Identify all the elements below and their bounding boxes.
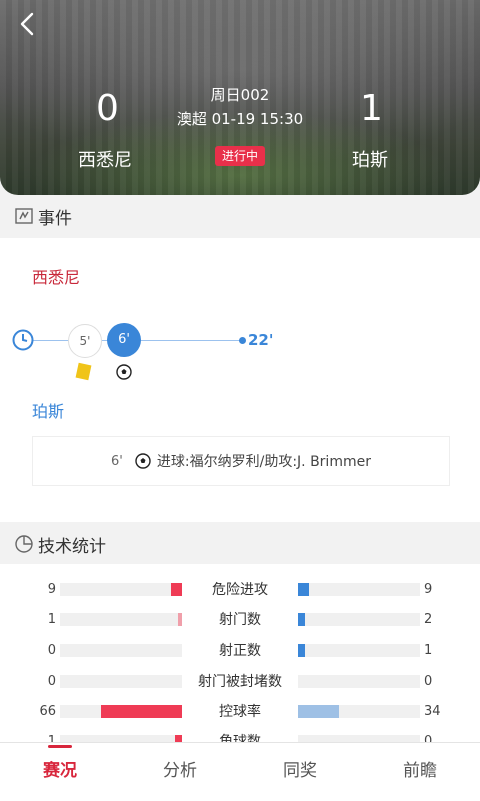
timeline-current-minute: 22' <box>248 331 274 349</box>
timeline-minute-5[interactable]: 5' <box>68 324 102 358</box>
clock-icon <box>12 329 34 351</box>
stat-label: 控球率 <box>219 704 261 720</box>
stat-row: 9 危险进攻 9 <box>0 580 480 600</box>
stat-away-bar-track <box>298 583 420 596</box>
stat-home-bar-track <box>60 613 182 626</box>
stat-away-bar <box>298 644 306 657</box>
stat-away-value: 0 <box>424 674 433 689</box>
away-team-name: 珀斯 <box>352 150 388 171</box>
stat-row: 0 射正数 1 <box>0 641 480 661</box>
stat-home-bar <box>101 705 182 718</box>
tab-match-status[interactable]: 赛况 <box>0 743 120 801</box>
stat-away-value: 9 <box>424 582 433 597</box>
events-section-title: 事件 <box>38 208 72 229</box>
bottom-tab-bar: 赛况 分析 同奖 前瞻 <box>0 742 480 801</box>
tab-preview[interactable]: 前瞻 <box>360 743 480 801</box>
events-away-team: 珀斯 <box>32 402 65 421</box>
stat-row: 1 射门数 2 <box>0 610 480 630</box>
stat-home-value: 0 <box>47 643 56 658</box>
stat-home-value: 0 <box>47 674 56 689</box>
stat-home-value: 1 <box>47 612 56 627</box>
home-team-name: 西悉尼 <box>78 150 132 171</box>
match-header: 0 1 周日002 澳超 01-19 15:30 西悉尼 珀斯 进行中 <box>0 0 480 195</box>
stat-row: 66 控球率 34 <box>0 702 480 722</box>
stat-home-bar-track <box>60 583 182 596</box>
stat-away-value: 1 <box>424 643 433 658</box>
event-minute: 6' <box>111 453 123 469</box>
stat-away-bar <box>298 613 306 626</box>
events-section-header: 事件 <box>0 196 480 236</box>
football-icon <box>116 364 132 380</box>
stat-label: 射门数 <box>219 612 261 628</box>
timeline-minute-6[interactable]: 6' <box>107 323 141 357</box>
stat-home-value: 66 <box>39 704 56 719</box>
events-home-team: 西悉尼 <box>32 268 81 287</box>
stat-home-bar-track <box>60 705 182 718</box>
pie-chart-icon <box>15 535 33 553</box>
back-arrow-icon[interactable] <box>14 10 40 38</box>
tab-label: 同奖 <box>283 761 317 781</box>
stat-away-bar <box>298 583 309 596</box>
stat-home-bar-track <box>60 644 182 657</box>
stat-away-bar-track <box>298 613 420 626</box>
stat-label: 射门被封堵数 <box>198 674 282 690</box>
stats-section-title: 技术统计 <box>38 536 106 557</box>
stat-label: 射正数 <box>219 643 261 659</box>
tab-label: 赛况 <box>43 761 77 781</box>
match-status-badge: 进行中 <box>215 146 265 166</box>
tab-label: 前瞻 <box>403 761 437 781</box>
match-round: 周日002 <box>210 86 270 104</box>
tab-analysis[interactable]: 分析 <box>120 743 240 801</box>
event-text: 进球:福尔纳罗利/助攻:J. Brimmer <box>156 454 371 470</box>
stat-home-value: 9 <box>47 582 56 597</box>
stat-row: 0 射门被封堵数 0 <box>0 672 480 692</box>
events-panel: 西悉尼 5' 6' 22' 珀斯 6' 进球:福尔纳罗利/助攻:J. Brimm… <box>0 238 480 522</box>
tab-label: 分析 <box>163 761 197 781</box>
active-tab-indicator <box>48 745 72 748</box>
stats-section-header: 技术统计 <box>0 524 480 564</box>
goal-football-icon <box>135 453 151 469</box>
stat-away-bar-track <box>298 705 420 718</box>
tab-same-prize[interactable]: 同奖 <box>240 743 360 801</box>
stat-away-bar-track <box>298 644 420 657</box>
yellow-card-icon <box>75 362 92 381</box>
league-time: 澳超 01-19 15:30 <box>176 110 304 128</box>
stat-home-bar <box>171 583 182 596</box>
event-detail-row: 6' 进球:福尔纳罗利/助攻:J. Brimmer <box>32 436 450 486</box>
stat-away-bar <box>298 705 340 718</box>
stat-away-value: 2 <box>424 612 433 627</box>
events-icon <box>15 208 33 224</box>
stat-away-value: 34 <box>424 704 441 719</box>
stats-panel: 9 危险进攻 9 1 射门数 2 0 射正数 1 0 射门被封堵数 0 66 控… <box>0 564 480 744</box>
timeline-end-dot <box>239 337 246 344</box>
stat-label: 危险进攻 <box>212 582 268 598</box>
stat-away-bar-track <box>298 675 420 688</box>
stat-home-bar-track <box>60 675 182 688</box>
